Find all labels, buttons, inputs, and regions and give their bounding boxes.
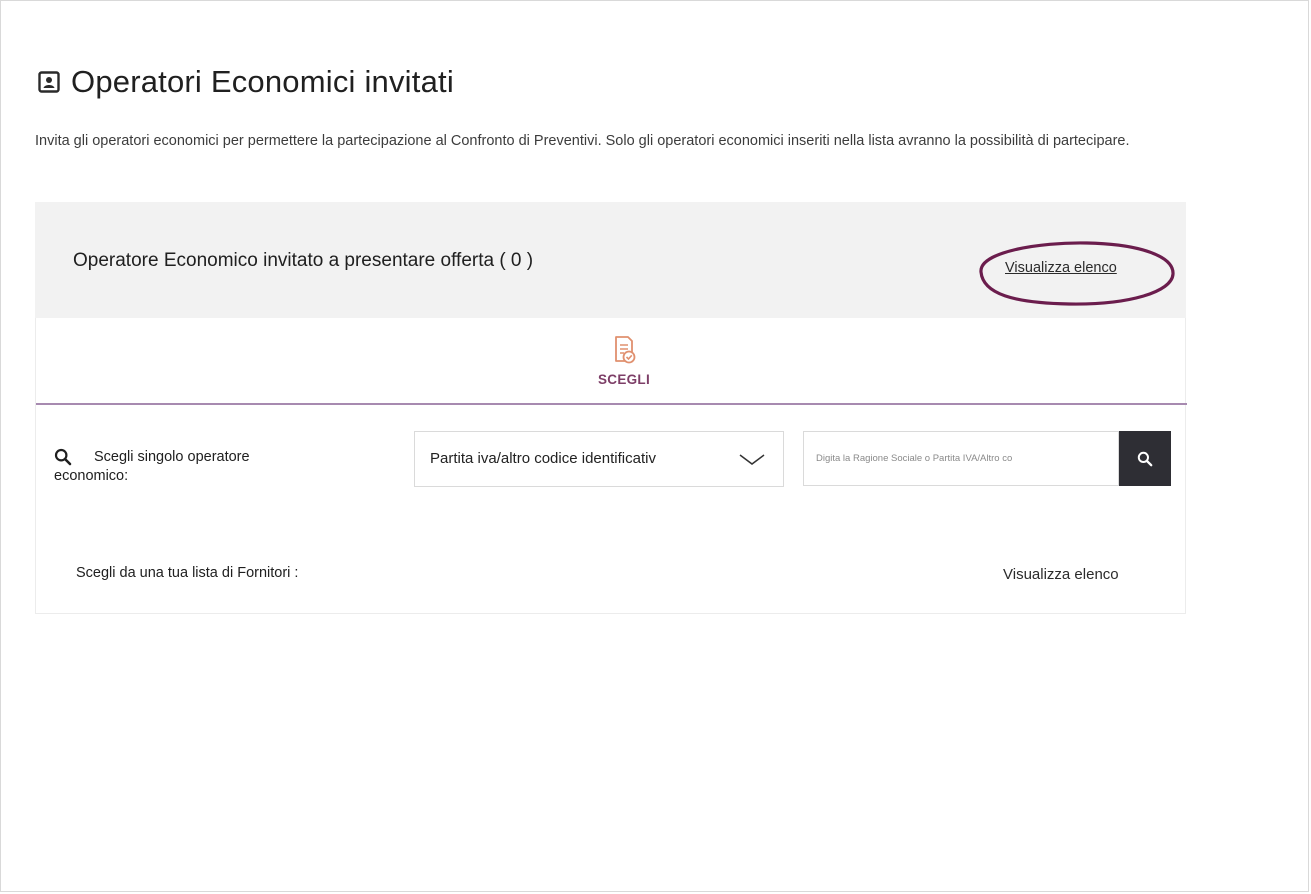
single-operator-label-line2: economico: xyxy=(54,468,129,484)
title-row: Operatori Economici invitati xyxy=(35,64,454,100)
search-icon xyxy=(54,448,72,466)
document-check-icon xyxy=(615,336,636,364)
search-icon xyxy=(1137,451,1153,466)
tab-scegli[interactable]: SCEGLI xyxy=(576,334,672,387)
view-invited-list-link[interactable]: Visualizza elenco xyxy=(1005,260,1117,276)
chevron-down-icon xyxy=(739,454,765,465)
page-description: Invita gli operatori economici per perme… xyxy=(35,133,1130,149)
identifier-type-select[interactable]: Partita iva/altro codice identificativ xyxy=(414,431,784,487)
page-frame: Operatori Economici invitati Invita gli … xyxy=(0,0,1309,892)
tab-underline xyxy=(36,403,1187,405)
identifier-type-value: Partita iva/altro codice identificativ xyxy=(430,450,656,467)
operator-search-input[interactable] xyxy=(803,431,1119,486)
invited-operators-title: Operatore Economico invitato a presentar… xyxy=(73,250,534,271)
supplier-list-label: Scegli da una tua lista di Fornitori : xyxy=(76,565,299,581)
choose-operators-panel: SCEGLI Scegli singolo operatore economic… xyxy=(35,318,1187,614)
tab-scegli-label: SCEGLI xyxy=(597,372,651,387)
search-button[interactable] xyxy=(1119,431,1171,486)
page-title: Operatori Economici invitati xyxy=(71,64,454,99)
view-supplier-list-link[interactable]: Visualizza elenco xyxy=(1003,566,1119,583)
single-operator-label: Scegli singolo operatore economico: xyxy=(54,448,344,486)
invited-operators-panel: Operatore Economico invitato a presentar… xyxy=(35,202,1186,318)
contact-card-icon xyxy=(35,68,63,96)
single-operator-label-line1: Scegli singolo operatore xyxy=(94,449,250,465)
